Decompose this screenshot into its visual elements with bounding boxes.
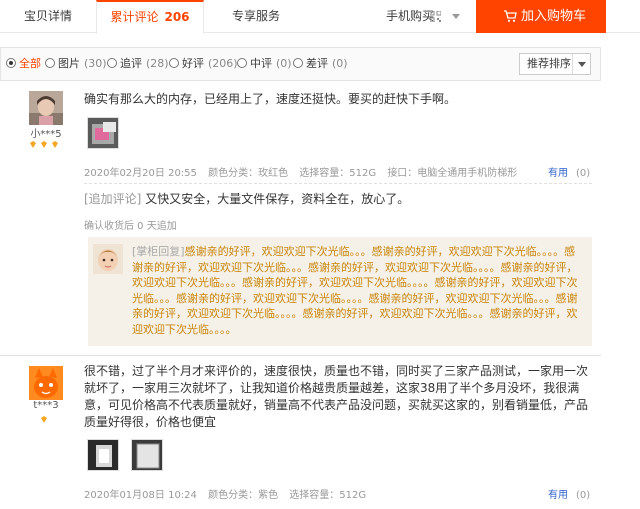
useful-vote[interactable]: 有用 (0) — [548, 486, 590, 501]
seller-reply-tag: [掌柜回复] — [132, 245, 185, 258]
filter-negative-label: 差评 — [306, 57, 328, 70]
chevron-down-icon — [452, 14, 460, 19]
appended-review-text: 又快又安全，大量文件保存，资料全在，放心了。 — [145, 192, 410, 206]
filter-neutral[interactable]: 中评 (0) — [237, 48, 292, 80]
avatar[interactable] — [29, 366, 63, 400]
seller-reply-body: 感谢亲的好评，欢迎欢迎下次光临。。。感谢亲的好评，欢迎欢迎下次光临。。。。感谢亲… — [132, 245, 578, 336]
seller-avatar-image — [93, 244, 123, 274]
tab-bar: 宝贝详情 累计评论 206 专享服务 手机购买 加入购物车 — [0, 0, 640, 34]
review-photo[interactable] — [87, 439, 119, 471]
tab-service[interactable]: 专享服务 — [204, 0, 308, 33]
reviewer-name: 小***5 — [30, 129, 62, 140]
review-capacity: 选择容量：512G — [289, 490, 367, 501]
review-photo-image — [88, 440, 118, 470]
filter-negative[interactable]: 差评 (0) — [293, 48, 348, 80]
filter-all-label: 全部 — [19, 57, 41, 70]
radio-icon — [237, 58, 247, 68]
review-photo[interactable] — [87, 117, 119, 149]
tab-reviews[interactable]: 累计评论 206 — [96, 0, 204, 34]
radio-checked-icon — [6, 58, 16, 68]
filter-all[interactable]: 全部 — [6, 48, 41, 80]
cart-icon — [504, 10, 517, 22]
radio-icon — [45, 58, 55, 68]
filter-pictures-count: (30) — [84, 57, 107, 70]
useful-label: 有用 — [548, 168, 568, 179]
filter-pictures-label: 图片 — [58, 57, 80, 70]
review-date: 2020年01月08日 10:24 — [84, 490, 197, 501]
qr-code-icon — [430, 11, 441, 22]
useful-count: (0) — [576, 490, 591, 501]
seller-reply-text: [掌柜回复]感谢亲的好评，欢迎欢迎下次光临。。。感谢亲的好评，欢迎欢迎下次光临。… — [132, 244, 586, 337]
filter-positive-count: (206) — [208, 57, 238, 70]
seller-avatar — [93, 244, 123, 274]
filter-pictures[interactable]: 图片 (30) — [45, 48, 107, 80]
review-text: 确实有那么大的内存，已经用上了，速度还挺快。要买的赶快下手啊。 — [84, 92, 457, 106]
sort-dropdown[interactable]: 推荐排序 — [519, 53, 591, 75]
avatar-image — [29, 366, 63, 400]
review-port: 接口：电脑全通用手机防梯形 — [387, 168, 518, 179]
seller-reply: [掌柜回复]感谢亲的好评，欢迎欢迎下次光临。。。感谢亲的好评，欢迎欢迎下次光临。… — [88, 237, 592, 346]
review-date: 2020年02月20日 20:55 — [84, 168, 197, 179]
tab-reviews-label: 累计评论 — [110, 10, 159, 24]
add-to-cart-label: 加入购物车 — [521, 9, 587, 24]
review-meta: 2020年01月08日 10:24 颜色分类：紫色 选择容量：512G — [84, 486, 374, 501]
review-photo[interactable] — [131, 439, 163, 471]
sort-dropdown-label: 推荐排序 — [527, 57, 571, 70]
review-page: 宝贝详情 累计评论 206 专享服务 手机购买 加入购物车 全部 图片 (30)… — [0, 0, 640, 509]
radio-icon — [107, 58, 117, 68]
tab-detail[interactable]: 宝贝详情 — [0, 0, 96, 33]
filter-neutral-count: (0) — [276, 57, 292, 70]
buy-on-mobile[interactable]: 手机购买 — [372, 0, 476, 33]
filter-appended-label: 追评 — [120, 57, 142, 70]
review-color: 颜色分类：紫色 — [208, 490, 279, 501]
appended-review-when: 确认收货后 0 天追加 — [84, 221, 177, 232]
review-photo-image — [88, 118, 118, 148]
useful-vote[interactable]: 有用 (0) — [548, 164, 590, 179]
radio-icon — [169, 58, 179, 68]
useful-count: (0) — [576, 168, 591, 179]
heart-rank-icon — [30, 141, 58, 148]
review-divider — [0, 355, 601, 356]
filter-neutral-label: 中评 — [250, 57, 272, 70]
append-divider — [84, 183, 592, 184]
review-meta: 2020年02月20日 20:55 颜色分类：玫红色 选择容量：512G 接口：… — [84, 164, 525, 179]
appended-review: [追加评论] 又快又安全，大量文件保存，资料全在，放心了。 — [84, 191, 594, 208]
heart-rank-icon — [41, 416, 47, 423]
tab-reviews-count: 206 — [164, 10, 190, 24]
review-color: 颜色分类：玫红色 — [208, 168, 289, 179]
review-text: 很不错，过了半个月才来评价的，速度很快，质量也不错，同时买了三家产品测试，一家用… — [84, 364, 589, 429]
reviewer-name: t***3 — [33, 400, 59, 411]
review-capacity: 选择容量：512G — [299, 168, 377, 179]
caret-down-icon — [578, 62, 586, 67]
avatar-image — [29, 91, 63, 125]
filter-appended-count: (28) — [146, 57, 169, 70]
buy-on-mobile-label: 手机购买 — [386, 9, 435, 23]
filter-negative-count: (0) — [332, 57, 348, 70]
review-photo-image — [132, 440, 162, 470]
review-filter-bar: 全部 图片 (30) 追评 (28) 好评 (206) 中评 (0) 差评 (0) 推荐排… — [0, 47, 601, 81]
avatar[interactable] — [29, 91, 63, 125]
radio-icon — [293, 58, 303, 68]
sort-divider — [572, 54, 573, 74]
useful-label: 有用 — [548, 490, 568, 501]
filter-positive-label: 好评 — [182, 57, 204, 70]
appended-review-tag: [追加评论] — [84, 192, 142, 206]
filter-appended[interactable]: 追评 (28) — [107, 48, 169, 80]
add-to-cart-button[interactable]: 加入购物车 — [476, 0, 606, 33]
filter-positive[interactable]: 好评 (206) — [169, 48, 238, 80]
